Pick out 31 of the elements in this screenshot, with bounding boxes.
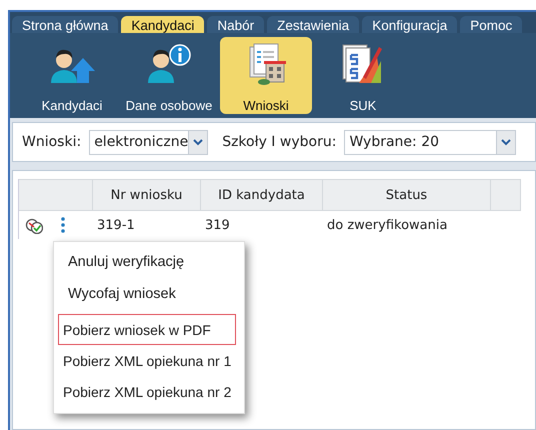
menu-item[interactable]: Pobierz XML opiekuna nr 2 <box>58 376 236 407</box>
menu-item[interactable]: Pobierz XML opiekuna nr 1 <box>58 345 236 376</box>
filter-label: Szkoły I wyboru: <box>222 134 336 150</box>
menu-tab[interactable]: Zestawienia <box>267 16 360 34</box>
chevron-down-icon <box>193 138 204 146</box>
menu-tab[interactable]: Nabór <box>207 16 264 34</box>
table-cell-text: 319-1 <box>96 216 136 234</box>
menu-tab[interactable]: Konfiguracja <box>362 16 458 34</box>
verify-icon <box>25 216 43 234</box>
filter-label: Wnioski: <box>22 134 82 150</box>
table-cell-text: 319 <box>204 216 231 234</box>
column-header[interactable]: Nr wniosku <box>93 179 201 211</box>
menu-item[interactable]: Wycofaj wniosek <box>58 278 236 310</box>
header-cell <box>491 179 521 211</box>
table-cell-text: do zweryfikowania <box>326 216 448 234</box>
menu-item[interactable]: Anuluj weryfikację <box>58 246 236 278</box>
dropdown[interactable]: elektroniczne <box>89 130 208 154</box>
vertical-dots-icon <box>61 217 65 233</box>
toolbar-button[interactable]: Kandydaci <box>26 37 118 114</box>
column-header[interactable]: Status <box>323 179 491 211</box>
chevron-down-icon <box>501 138 512 146</box>
menu-item[interactable]: Pobierz wniosek w PDF <box>58 314 236 345</box>
menu-tab[interactable]: Strona główna <box>12 16 118 34</box>
grades-sheet-icon <box>341 43 385 86</box>
dropdown[interactable]: Wybrane: 20 <box>344 130 516 154</box>
column-header[interactable]: ID kandydata <box>201 179 323 211</box>
menu-tab[interactable]: Pomoc <box>460 16 522 34</box>
toolbar-button[interactable]: Dane osobowe <box>123 37 215 114</box>
menu-tab[interactable]: Kandydaci <box>121 16 204 34</box>
toolbar-button[interactable]: Wnioski <box>220 37 312 114</box>
toolbar-button[interactable]: SUK <box>317 37 409 114</box>
